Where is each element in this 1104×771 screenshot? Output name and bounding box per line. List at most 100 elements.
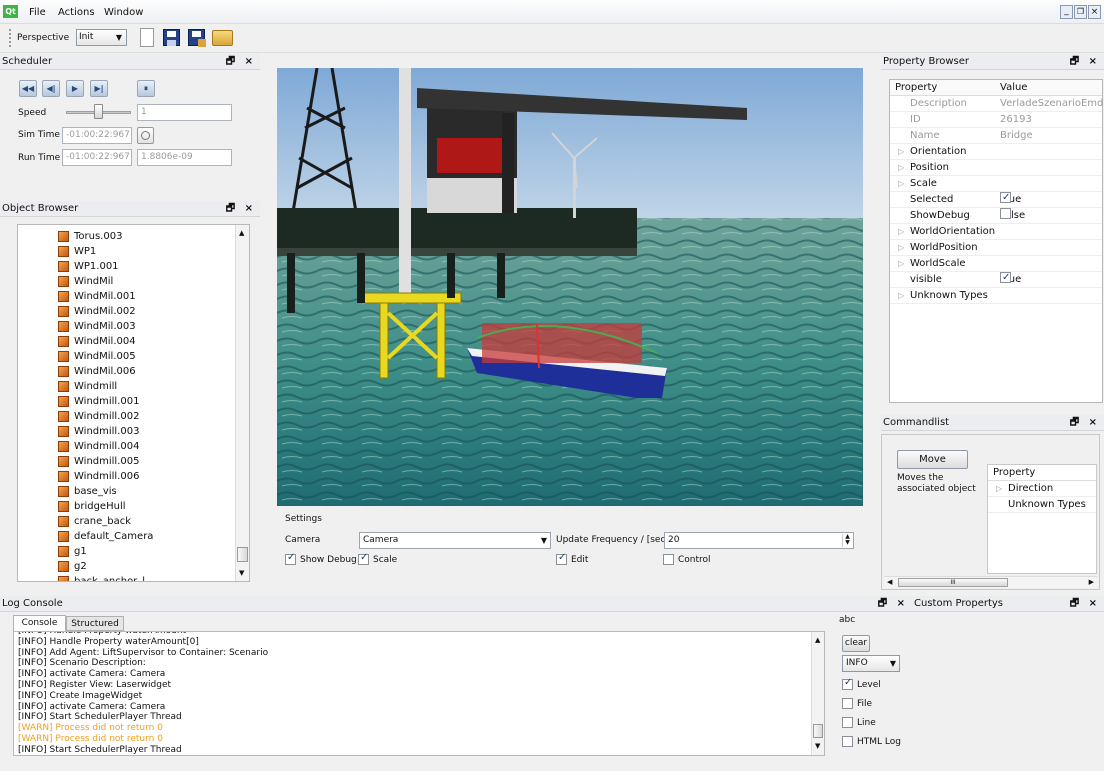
line-checkbox[interactable]: Line	[842, 717, 876, 728]
new-file-icon[interactable]	[140, 28, 154, 47]
property-row[interactable]: ▷ Unknown Types	[890, 288, 1102, 304]
show-debug-checkbox[interactable]: Show Debug	[285, 552, 357, 565]
object-list-item[interactable]: WindMil.004	[18, 334, 249, 349]
property-row[interactable]: ID 26193	[890, 112, 1102, 128]
tab-structured[interactable]: Structured	[66, 616, 124, 631]
property-row[interactable]: ▷ WorldPosition	[890, 240, 1102, 256]
spin-arrows-icon[interactable]: ▲ ▼	[842, 534, 852, 547]
scroll-down-icon[interactable]: ▼	[239, 569, 244, 577]
scroll-left-icon[interactable]: ◀	[887, 578, 892, 586]
scroll-right-icon[interactable]: ▶	[1089, 578, 1094, 586]
sim-time-field[interactable]: -01:00:22:967	[62, 127, 132, 144]
object-list-item[interactable]: WindMil.002	[18, 304, 249, 319]
move-button[interactable]: Move	[897, 450, 968, 469]
property-row[interactable]: Description VerladeSzenarioEmd...	[890, 96, 1104, 112]
menu-file[interactable]: File	[29, 7, 46, 18]
command-row-unknown-types[interactable]: Unknown Types	[988, 497, 1096, 513]
log-text-area[interactable]: [INFO] Handle Property waterAmount [INFO]…	[13, 631, 825, 756]
object-list-item[interactable]: Windmill.001	[18, 394, 249, 409]
menu-window[interactable]: Window	[104, 7, 143, 18]
object-browser-list[interactable]: Torus.003 WP1 WP1.001 WindMil WindMil.001 Win…	[17, 224, 250, 582]
close-button[interactable]: ×	[1088, 5, 1101, 19]
expand-arrow-icon[interactable]: ▷	[898, 144, 904, 160]
object-list-item[interactable]: g2	[18, 559, 249, 574]
rewind-icon[interactable]: ◀◀	[19, 80, 37, 97]
object-list-item[interactable]: Windmill.005	[18, 454, 249, 469]
file-checkbox[interactable]: File	[842, 698, 872, 709]
step-forward-icon[interactable]: ▶|	[90, 80, 108, 97]
object-list-item[interactable]: WindMil.001	[18, 289, 249, 304]
object-list-item[interactable]: WindMil.006	[18, 364, 249, 379]
object-list-item[interactable]: WindMil.003	[18, 319, 249, 334]
update-frequency-spinbox[interactable]: 20 ▲ ▼	[664, 532, 854, 549]
property-row[interactable]: Selected True	[890, 190, 1102, 208]
custom-props-dock-buttons[interactable]: 🗗 ×	[1070, 596, 1100, 612]
scheduler-dock-buttons[interactable]: 🗗 ×	[226, 54, 256, 70]
object-list-item[interactable]: WindMil	[18, 274, 249, 289]
camera-select[interactable]: Camera ▼	[359, 532, 551, 549]
minimize-button[interactable]: _	[1060, 5, 1073, 19]
control-checkbox[interactable]: Control	[663, 554, 711, 565]
object-list-item[interactable]: base_vis	[18, 484, 249, 499]
command-row-direction[interactable]: ▷ Direction	[988, 481, 1096, 497]
object-list-item[interactable]: Windmill.006	[18, 469, 249, 484]
expand-arrow-icon[interactable]: ▷	[898, 256, 904, 272]
expand-arrow-icon[interactable]: ▷	[898, 160, 904, 176]
speed-slider-handle[interactable]	[94, 104, 103, 119]
save-as-icon[interactable]	[188, 29, 206, 47]
property-row[interactable]: ▷ Scale	[890, 176, 1102, 192]
commandlist-hscrollbar[interactable]: ◀ III ▶	[884, 576, 1097, 588]
html-log-checkbox[interactable]: HTML Log	[842, 736, 901, 747]
scale-checkbox[interactable]: Scale	[358, 552, 397, 565]
commandlist-dock-buttons[interactable]: 🗗 ×	[1070, 415, 1100, 431]
object-list-item[interactable]: crane_back	[18, 514, 249, 529]
object-list-item[interactable]: Windmill	[18, 379, 249, 394]
pause-icon[interactable]: ⏸	[137, 80, 155, 97]
scroll-down-icon[interactable]: ▼	[815, 742, 820, 750]
object-list-item[interactable]: WP1	[18, 244, 249, 259]
log-console-dock-buttons[interactable]: 🗗 ×	[878, 596, 908, 612]
object-list-item[interactable]: back_anchor_l	[18, 574, 249, 581]
object-list-item[interactable]: Windmill.004	[18, 439, 249, 454]
edit-checkbox[interactable]: Edit	[556, 552, 588, 565]
property-row[interactable]: ▷ WorldOrientation	[890, 224, 1102, 240]
clock-icon[interactable]	[137, 127, 154, 144]
object-list-item[interactable]: WindMil.005	[18, 349, 249, 364]
open-folder-icon[interactable]	[212, 30, 233, 46]
perspective-select[interactable]: Init ▼	[76, 29, 127, 46]
clear-button[interactable]: clear	[842, 635, 870, 652]
object-list-item[interactable]: Torus.003	[18, 229, 249, 244]
log-scrollbar[interactable]: ▲ ▼	[811, 632, 824, 755]
object-list-item[interactable]: bridgeHull	[18, 499, 249, 514]
checkbox-checked-icon[interactable]	[1000, 190, 1011, 206]
step-back-icon[interactable]: ◀|	[42, 80, 60, 97]
checkbox-checked-icon[interactable]	[1000, 270, 1011, 286]
property-row[interactable]: ▷ WorldScale	[890, 256, 1102, 272]
property-row[interactable]: Name Bridge	[890, 128, 1102, 144]
3d-viewport[interactable]	[277, 68, 863, 506]
scroll-up-icon[interactable]: ▲	[815, 636, 820, 644]
checkbox-empty-icon[interactable]	[1000, 208, 1011, 219]
expand-arrow-icon[interactable]: ▷	[898, 240, 904, 256]
object-list-item[interactable]: default_Camera	[18, 529, 249, 544]
scroll-thumb[interactable]	[813, 724, 823, 738]
log-level-select[interactable]: INFO ▼	[842, 655, 900, 672]
property-row[interactable]: ▷ Orientation	[890, 144, 1102, 160]
speed-value-field[interactable]: 1	[137, 104, 232, 121]
scroll-thumb[interactable]	[237, 547, 248, 562]
hscroll-thumb[interactable]: III	[898, 578, 1008, 587]
object-list-item[interactable]: g1	[18, 544, 249, 559]
menu-actions[interactable]: Actions	[58, 7, 95, 18]
object-list-item[interactable]: Windmill.002	[18, 409, 249, 424]
expand-arrow-icon[interactable]: ▷	[898, 224, 904, 240]
object-browser-dock-buttons[interactable]: 🗗 ×	[226, 201, 256, 217]
object-list-item[interactable]: WP1.001	[18, 259, 249, 274]
level-checkbox[interactable]: Level	[842, 677, 881, 690]
property-row[interactable]: visible True	[890, 270, 1102, 288]
object-list-scrollbar[interactable]: ▲ ▼	[235, 225, 249, 581]
property-row[interactable]: ShowDebug False	[890, 208, 1102, 224]
save-icon[interactable]	[163, 29, 180, 46]
scroll-up-icon[interactable]: ▲	[239, 229, 244, 237]
restore-button[interactable]: ❐	[1074, 5, 1087, 19]
property-browser-dock-buttons[interactable]: 🗗 ×	[1070, 54, 1100, 70]
